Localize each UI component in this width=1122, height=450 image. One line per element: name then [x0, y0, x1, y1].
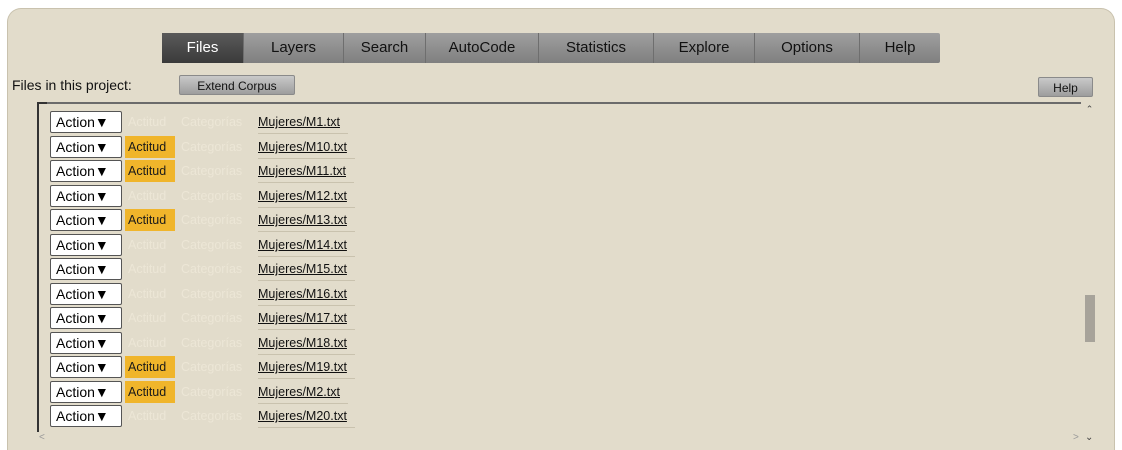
action-dropdown-button[interactable]: Action▼ — [50, 258, 122, 280]
categorias-layer-tag[interactable]: Categorías — [181, 111, 251, 133]
action-dropdown-button[interactable]: Action▼ — [50, 332, 122, 354]
action-dropdown-button[interactable]: Action▼ — [50, 234, 122, 256]
action-dropdown-button[interactable]: Action▼ — [50, 356, 122, 378]
categorias-layer-tag[interactable]: Categorías — [181, 160, 251, 182]
actitud-layer-tag[interactable]: Actitud — [125, 136, 175, 158]
list-left-border — [37, 102, 39, 432]
file-link[interactable]: Mujeres/M18.txt — [258, 332, 355, 355]
actitud-layer-tag[interactable]: Actitud — [125, 185, 175, 207]
action-dropdown-button[interactable]: Action▼ — [50, 307, 122, 329]
file-list: ⌃ < > ⌄ Action▼ Actitud Categorías Mujeres/… — [37, 102, 1097, 448]
actitud-layer-tag[interactable]: Actitud — [125, 332, 175, 354]
actitud-layer-tag[interactable]: Actitud — [125, 283, 175, 305]
categorias-layer-tag[interactable]: Categorías — [181, 136, 251, 158]
categorias-layer-tag[interactable]: Categorías — [181, 283, 251, 305]
categorias-layer-tag[interactable]: Categorías — [181, 209, 251, 231]
chevron-down-icon[interactable]: ⌄ — [1085, 432, 1093, 443]
categorias-layer-tag[interactable]: Categorías — [181, 234, 251, 256]
actitud-layer-tag[interactable]: Actitud — [125, 209, 175, 231]
tab-bar: Files Layers Search AutoCode Statistics Explo… — [162, 33, 940, 63]
vertical-scrollbar[interactable]: ⌃ — [1082, 102, 1097, 432]
tab-files[interactable]: Files — [162, 33, 244, 63]
file-link[interactable]: Mujeres/M12.txt — [258, 185, 355, 208]
chevron-up-icon[interactable]: ⌃ — [1082, 104, 1097, 115]
file-link[interactable]: Mujeres/M11.txt — [258, 160, 354, 183]
chevron-right-icon[interactable]: > — [1073, 432, 1079, 443]
categorias-layer-tag[interactable]: Categorías — [181, 332, 251, 354]
categorias-layer-tag[interactable]: Categorías — [181, 356, 251, 378]
file-link[interactable]: Mujeres/M16.txt — [258, 283, 355, 306]
categorias-layer-tag[interactable]: Categorías — [181, 185, 251, 207]
actitud-layer-tag[interactable]: Actitud — [125, 258, 175, 280]
list-top-divider — [37, 102, 1081, 104]
files-in-project-label: Files in this project: — [12, 77, 132, 93]
actitud-layer-tag[interactable]: Actitud — [125, 160, 175, 182]
file-link[interactable]: Mujeres/M13.txt — [258, 209, 355, 232]
file-link[interactable]: Mujeres/M2.txt — [258, 381, 348, 404]
file-link[interactable]: Mujeres/M1.txt — [258, 111, 348, 134]
actitud-layer-tag[interactable]: Actitud — [125, 111, 175, 133]
action-dropdown-button[interactable]: Action▼ — [50, 136, 122, 158]
tab-help[interactable]: Help — [860, 33, 940, 63]
tab-autocode[interactable]: AutoCode — [426, 33, 539, 63]
tab-layers[interactable]: Layers — [244, 33, 344, 63]
action-dropdown-button[interactable]: Action▼ — [50, 283, 122, 305]
actitud-layer-tag[interactable]: Actitud — [125, 356, 175, 378]
file-link[interactable]: Mujeres/M10.txt — [258, 136, 355, 159]
scrollbar-thumb[interactable] — [1085, 295, 1095, 342]
file-link[interactable]: Mujeres/M19.txt — [258, 356, 355, 379]
tab-search[interactable]: Search — [344, 33, 426, 63]
categorias-layer-tag[interactable]: Categorías — [181, 258, 251, 280]
categorias-layer-tag[interactable]: Categorías — [181, 405, 251, 427]
file-link[interactable]: Mujeres/M20.txt — [258, 405, 355, 428]
actitud-layer-tag[interactable]: Actitud — [125, 381, 175, 403]
actitud-layer-tag[interactable]: Actitud — [125, 405, 175, 427]
chevron-left-icon[interactable]: < — [39, 432, 45, 443]
action-dropdown-button[interactable]: Action▼ — [50, 381, 122, 403]
file-link[interactable]: Mujeres/M17.txt — [258, 307, 355, 330]
list-left-notch — [37, 102, 47, 104]
file-link[interactable]: Mujeres/M14.txt — [258, 234, 355, 257]
help-button[interactable]: Help — [1038, 77, 1093, 97]
categorias-layer-tag[interactable]: Categorías — [181, 307, 251, 329]
action-dropdown-button[interactable]: Action▼ — [50, 160, 122, 182]
action-dropdown-button[interactable]: Action▼ — [50, 209, 122, 231]
extend-corpus-button[interactable]: Extend Corpus — [179, 75, 295, 95]
tab-statistics[interactable]: Statistics — [539, 33, 654, 63]
horizontal-scrollbar[interactable]: < > ⌄ — [37, 432, 1097, 446]
categorias-layer-tag[interactable]: Categorías — [181, 381, 251, 403]
action-dropdown-button[interactable]: Action▼ — [50, 185, 122, 207]
action-dropdown-button[interactable]: Action▼ — [50, 405, 122, 427]
tab-explore[interactable]: Explore — [654, 33, 755, 63]
actitud-layer-tag[interactable]: Actitud — [125, 307, 175, 329]
file-link[interactable]: Mujeres/M15.txt — [258, 258, 355, 281]
tab-options[interactable]: Options — [755, 33, 860, 63]
actitud-layer-tag[interactable]: Actitud — [125, 234, 175, 256]
action-dropdown-button[interactable]: Action▼ — [50, 111, 122, 133]
